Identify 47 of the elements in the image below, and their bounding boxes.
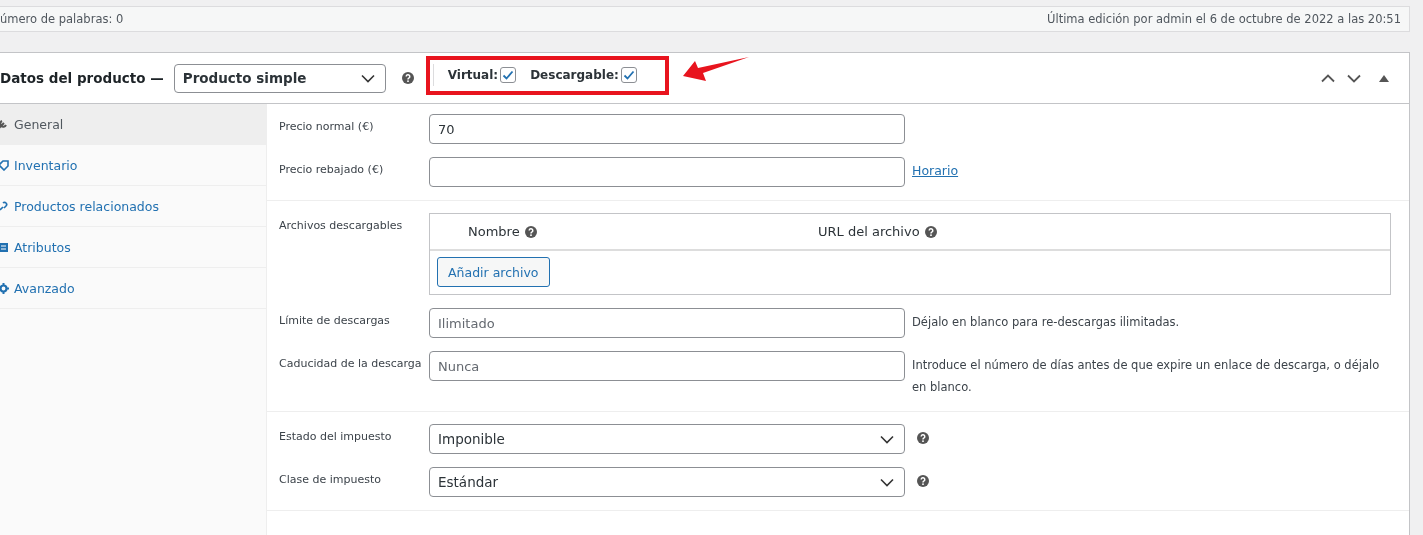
word-count: úmero de palabras: 0: [0, 12, 124, 26]
field-label: Límite de descargas: [279, 313, 391, 327]
panel-title: Datos del producto —: [0, 70, 164, 86]
arrow-icon: [682, 56, 749, 84]
field-label: Archivos descargables: [279, 218, 404, 232]
column-header: Nombre: [468, 224, 520, 239]
product-type-select[interactable]: Producto simple: [173, 63, 386, 93]
triangle-up-icon: [1379, 74, 1389, 82]
checkbox[interactable]: [620, 67, 637, 83]
tab[interactable]: Atributos: [0, 227, 266, 268]
field-description: Introduce el número de días antes de que expire un enlace de descarga, o déjalo en blanco.: [912, 357, 1381, 396]
input-field[interactable]: Nunca: [429, 351, 905, 381]
help-icon: [401, 72, 414, 84]
input-field[interactable]: Ilimitado: [429, 308, 905, 338]
chevron-down-icon: [880, 477, 894, 487]
input-field[interactable]: 70: [429, 114, 905, 144]
field-label: Precio rebajado (€): [279, 162, 385, 176]
help-icon: [524, 225, 537, 238]
field-label: Estado del impuesto: [279, 429, 393, 443]
help-icon: [924, 225, 937, 238]
field-label: Caducidad de la descarga: [279, 356, 423, 370]
column-header: URL del archivo: [818, 224, 920, 239]
select-field[interactable]: Estándar: [429, 467, 905, 497]
field-label: Precio normal (€): [279, 119, 375, 133]
option-label: Virtual:: [447, 68, 499, 82]
last-edited-text: Última edición por admin el 6 de octubre de 2022 a las 20:51: [1047, 12, 1401, 26]
add-file-button[interactable]: Añadir archivo: [437, 257, 550, 287]
link-icon: [0, 200, 9, 212]
tab[interactable]: Avanzado: [0, 268, 266, 309]
gear-icon: [0, 282, 9, 294]
chevron-down-icon: [1347, 73, 1361, 83]
tag-icon: [0, 159, 9, 171]
tab[interactable]: General: [0, 104, 266, 145]
tab[interactable]: Productos relacionados: [0, 186, 266, 227]
field-description: Déjalo en blanco para re-descargas ilimitadas.: [912, 314, 1180, 331]
tab[interactable]: Inventario: [0, 145, 266, 186]
chevron-up-icon: [1321, 73, 1335, 83]
chevron-down-icon: [880, 434, 894, 444]
option-label: Descargable:: [530, 68, 619, 82]
help-icon: [917, 475, 929, 487]
help-icon: [917, 432, 929, 444]
schedule-link[interactable]: Horario: [912, 163, 959, 178]
field-label: Clase de impuesto: [279, 472, 382, 486]
input-field[interactable]: [429, 157, 905, 187]
chevron-down-icon: [360, 73, 375, 83]
select-field[interactable]: Imponible: [429, 424, 905, 454]
checkbox[interactable]: [500, 67, 517, 83]
